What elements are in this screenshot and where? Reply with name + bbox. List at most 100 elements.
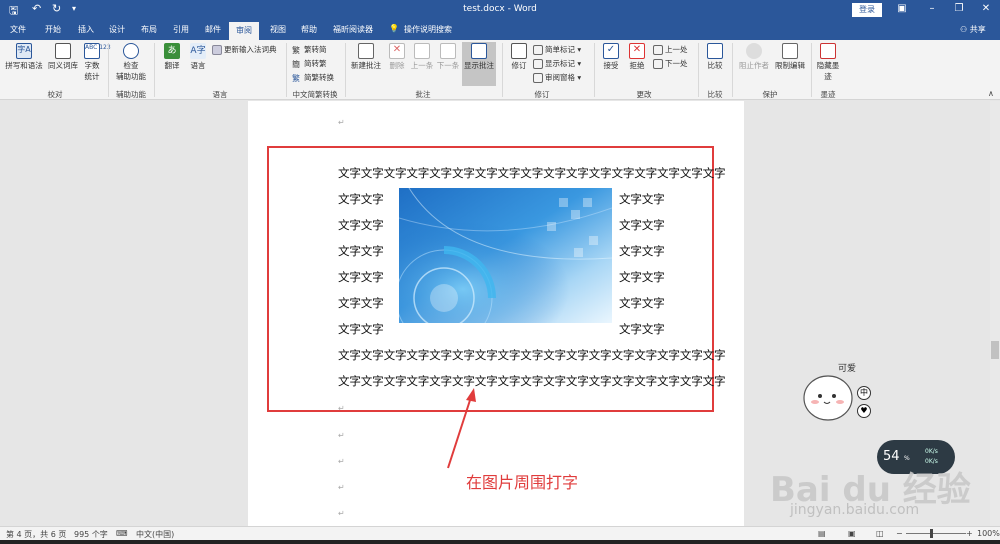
read-mode-icon[interactable]: ▤ [818, 529, 826, 538]
text-line[interactable]: 文字文字文字文字文字文字文字文字文字文字文字文字文字文字文字文字文字 [338, 165, 726, 181]
compare-button[interactable]: 比较 [704, 43, 726, 71]
collapse-ribbon-icon[interactable]: ∧ [988, 89, 994, 98]
tab-foxit[interactable]: 福昕阅读器 [333, 24, 373, 35]
ribbon-display-icon[interactable]: ▣ [893, 3, 911, 14]
proofing-status-icon[interactable]: ⌨ [116, 529, 128, 538]
show-comments-button[interactable]: 显示批注 [462, 42, 496, 86]
show-comments-icon [471, 43, 487, 59]
thesaurus-button[interactable]: 同义词库 [46, 43, 80, 71]
group-protect: 保护 [762, 90, 778, 99]
translate-icon: あ [164, 43, 180, 59]
page-count[interactable]: 第 4 页，共 6 页 [6, 529, 66, 540]
inline-picture[interactable] [399, 188, 612, 323]
hide-ink-button[interactable]: 隐藏墨 迹 [815, 43, 841, 82]
zoom-slider-thumb[interactable] [930, 529, 933, 538]
text-line[interactable]: 文字文字 [338, 295, 384, 311]
text-line[interactable]: 文字文字 [619, 243, 665, 259]
tab-design[interactable]: 设计 [109, 24, 125, 35]
close-icon[interactable]: ✕ [977, 3, 995, 14]
text-line[interactable]: 文字文字 [338, 321, 384, 337]
next-comment-button[interactable]: 下一条 [436, 43, 460, 71]
text-line[interactable]: 文字文字 [338, 269, 384, 285]
accept-button[interactable]: ✓ 接受 [600, 43, 622, 71]
tell-me-search[interactable]: 操作说明搜索 [404, 24, 452, 35]
track-changes-button[interactable]: 修订 [508, 43, 530, 71]
restrict-editing-button[interactable]: 限制编辑 [773, 43, 807, 71]
trad-icon: 繁 [292, 46, 300, 55]
tab-help[interactable]: 帮助 [301, 24, 317, 35]
share-button[interactable]: ⚇ 共享 [960, 24, 986, 35]
word-count[interactable]: 995 个字 [74, 529, 108, 540]
language-status[interactable]: 中文(中国) [136, 529, 174, 540]
previous-comment-button[interactable]: 上一条 [410, 43, 434, 71]
text-line[interactable]: 文字文字 [619, 191, 665, 207]
badge-heart[interactable]: ♥ [857, 404, 871, 418]
ink-icon [820, 43, 836, 59]
group-chinese: 中文简繁转换 [292, 90, 338, 99]
zoom-out-icon[interactable]: − [896, 529, 903, 538]
divider [502, 43, 503, 97]
block-authors-button[interactable]: 阻止作者 [737, 43, 771, 71]
translate-button[interactable]: あ翻译 [160, 43, 184, 71]
group-language: 语言 [212, 90, 228, 99]
minimize-icon[interactable]: – [923, 3, 941, 14]
new-comment-icon [358, 43, 374, 59]
text-line[interactable]: 文字文字 [619, 217, 665, 233]
web-layout-icon[interactable]: ◫ [876, 529, 884, 538]
next-change-button[interactable]: 下一处 [653, 58, 688, 69]
simple-markup-dropdown[interactable]: 简单标记 ▾ [533, 44, 581, 55]
upload-speed: 0K/s [925, 448, 938, 455]
previous-change-button[interactable]: 上一处 [653, 44, 688, 55]
scroll-thumb[interactable] [991, 341, 999, 359]
divider [345, 43, 346, 97]
zoom-level[interactable]: 100% [977, 529, 1000, 538]
tab-view[interactable]: 视图 [270, 24, 286, 35]
restore-icon[interactable]: ❐ [950, 3, 968, 14]
text-line[interactable]: 文字文字 [619, 269, 665, 285]
print-layout-icon[interactable]: ▣ [848, 529, 856, 538]
paragraph-mark: ↵ [338, 483, 345, 492]
zoom-in-icon[interactable]: + [966, 529, 973, 538]
new-comment-button[interactable]: 新建批注 [350, 43, 382, 71]
text-line[interactable]: 文字文字文字文字文字文字文字文字文字文字文字文字文字文字文字文字文字 [338, 373, 726, 389]
vertical-scrollbar[interactable] [990, 101, 1000, 526]
tab-insert[interactable]: 插入 [78, 24, 94, 35]
text-line[interactable]: 文字文字 [619, 321, 665, 337]
book-icon [55, 43, 71, 59]
language-button[interactable]: A字 语言 [186, 43, 210, 71]
language-icon: A字 [190, 43, 206, 59]
mascot-icon [803, 375, 853, 421]
tab-layout[interactable]: 布局 [141, 24, 157, 35]
text-line[interactable]: 文字文字 [338, 243, 384, 259]
spelling-grammar-button[interactable]: 字A 拼写和语法 [4, 43, 44, 71]
reject-button[interactable]: ✕ 拒绝 [626, 43, 648, 71]
text-line[interactable]: 文字文字 [338, 191, 384, 207]
taskbar-edge [0, 540, 1000, 544]
ribbon: 字A 拼写和语法 同义词库 ABC 123 字数 统计 校对 检查 辅助功能 辅助功… [0, 40, 1000, 100]
word-count-button[interactable]: ABC 123 字数 统计 [82, 43, 111, 82]
review-pane-dropdown[interactable]: 审阅窗格 ▾ [533, 72, 581, 83]
text-line[interactable]: 文字文字 [619, 295, 665, 311]
divider [698, 43, 699, 97]
check-accessibility-button[interactable]: 检查 辅助功能 [114, 43, 148, 82]
tab-home[interactable]: 开始 [45, 24, 61, 35]
chinese-convert-button[interactable]: 繁简繁转换 [292, 72, 334, 83]
tab-references[interactable]: 引用 [173, 24, 189, 35]
tab-review[interactable]: 审阅 [229, 22, 259, 40]
update-ime-dictionary-button[interactable]: 更新输入法词典 [212, 44, 277, 55]
delete-comment-button[interactable]: ✕ 删除 [386, 43, 408, 71]
trad-to-simp-button[interactable]: 繁繁转简 [292, 44, 327, 55]
paragraph-mark: ↵ [338, 431, 345, 440]
markup-icon [533, 45, 543, 55]
document-page[interactable]: ↵ 文字文字文字文字文字文字文字文字文字文字文字文字文字文字文字文字文字 文字文… [248, 101, 744, 526]
text-line[interactable]: 文字文字 [338, 217, 384, 233]
tab-file[interactable]: 文件 [10, 24, 26, 35]
annotation-text: 在图片周围打字 [466, 473, 579, 492]
zoom-slider[interactable] [906, 533, 966, 534]
text-line[interactable]: 文字文字文字文字文字文字文字文字文字文字文字文字文字文字文字文字文字 [338, 347, 726, 363]
tab-mailings[interactable]: 邮件 [205, 24, 221, 35]
login-button[interactable]: 登录 [852, 3, 882, 17]
simp-to-trad-button[interactable]: 簡简转繁 [292, 58, 327, 69]
show-markup-dropdown[interactable]: 显示标记 ▾ [533, 58, 581, 69]
badge-zhong[interactable]: 中 [857, 386, 871, 400]
